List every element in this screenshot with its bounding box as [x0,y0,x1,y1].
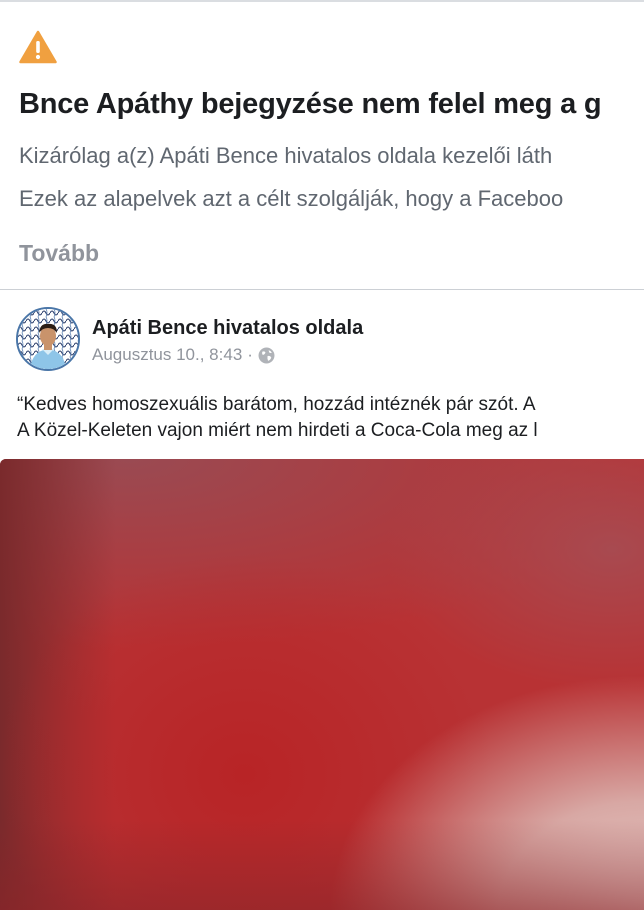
post-meta: Augusztus 10., 8:43 · [92,345,275,365]
more-link[interactable]: Tovább [19,240,99,267]
post-header: Apáti Bence hivatalos oldala Augusztus 1… [0,290,644,390]
policy-notice: Bnce Apáthy bejegyzése nem felel meg a g… [0,2,644,290]
post-timestamp[interactable]: Augusztus 10., 8:43 [92,345,242,365]
post-text: “Kedves homoszexuális barátom, hozzád in… [17,393,644,445]
post-text-line: A Közel-Keleten vajon miért nem hirdeti … [17,420,538,441]
meta-separator: · [247,345,253,364]
globe-icon [258,347,275,363]
notice-text-line: Ezek az alapelvek azt a célt szolgálják,… [19,186,564,211]
notice-text-line: Kizárólag a(z) Apáti Bence hivatalos old… [19,143,553,168]
post-image[interactable] [0,459,644,910]
notice-title: Bnce Apáthy bejegyzése nem felel meg a g [19,88,602,120]
post-text-line: “Kedves homoszexuális barátom, hozzád in… [17,394,536,415]
avatar[interactable] [16,307,80,371]
page-name-link[interactable]: Apáti Bence hivatalos oldala [92,317,363,340]
warning-triangle-icon [19,30,57,64]
